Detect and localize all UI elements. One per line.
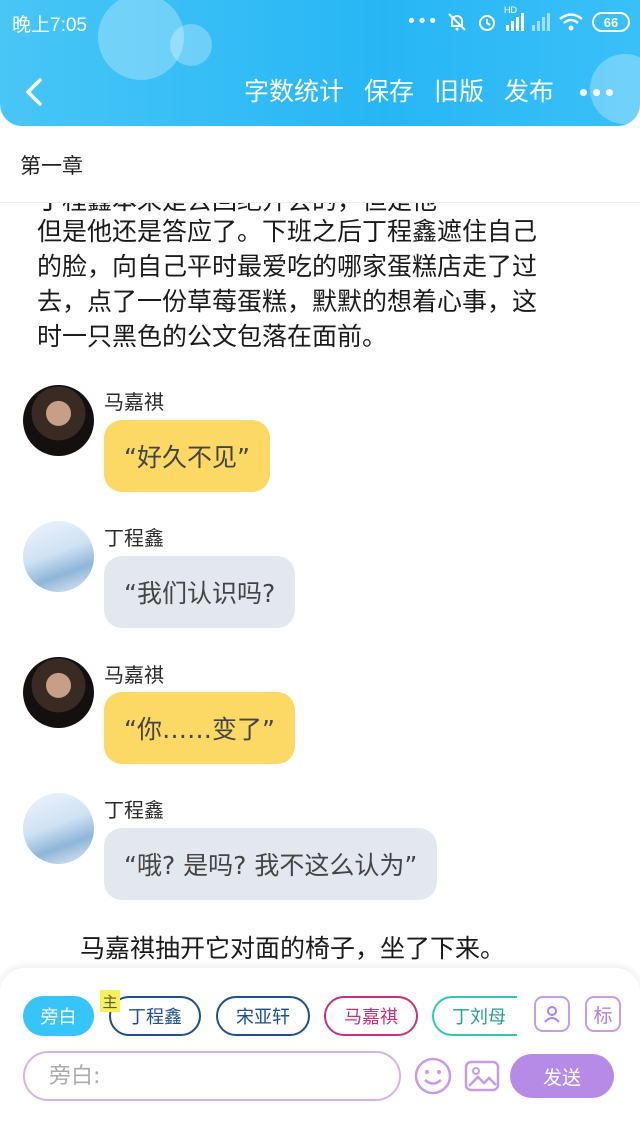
role-chip-ding-liumu[interactable]: 丁刘母 bbox=[432, 996, 517, 1036]
story-paragraph: 但是他还是答应了。下班之后丁程鑫遮住自己 的脸，向自己平时最爱吃的哪家蛋糕店走了… bbox=[37, 214, 607, 354]
story-line: 去，点了一份草莓蛋糕，默默的想着心事，这 bbox=[37, 287, 538, 316]
role-selector: 旁白 主 丁程鑫 宋亚轩 马嘉祺 丁刘母 标 bbox=[0, 990, 640, 1040]
role-chip-song-yaxuan[interactable]: 宋亚轩 bbox=[216, 996, 310, 1036]
mute-bell-icon bbox=[448, 13, 466, 31]
story-line: 时一只黑色的公文包落在面前。 bbox=[37, 322, 388, 351]
wifi-icon bbox=[559, 13, 583, 31]
toolbar-actions: 字数统计 保存 旧版 发布 bbox=[244, 76, 640, 108]
avatar[interactable] bbox=[23, 793, 94, 864]
label-button[interactable]: 标 bbox=[585, 996, 621, 1032]
battery-icon: 66 bbox=[592, 12, 630, 32]
avatar[interactable] bbox=[23, 657, 94, 728]
role-chip-ma-jiaqi[interactable]: 马嘉祺 bbox=[324, 996, 418, 1036]
status-icons: ••• HD 66 bbox=[406, 5, 630, 36]
person-card-icon bbox=[544, 1006, 560, 1023]
avatar[interactable] bbox=[23, 521, 94, 592]
story-paragraph: 马嘉祺抽开它对面的椅子，坐了下来。 bbox=[80, 934, 506, 963]
more-dot bbox=[593, 88, 600, 96]
message-bubble[interactable]: “你……变了” bbox=[104, 692, 295, 764]
save-button[interactable]: 保存 bbox=[364, 76, 414, 108]
signal-icon bbox=[532, 13, 550, 31]
role-chip-ding-chengxin[interactable]: 丁程鑫 bbox=[109, 996, 201, 1036]
speaker-name: 马嘉祺 bbox=[104, 663, 164, 687]
speaker-name: 丁程鑫 bbox=[104, 798, 164, 822]
old-version-button[interactable]: 旧版 bbox=[434, 76, 484, 108]
publish-button[interactable]: 发布 bbox=[504, 76, 554, 108]
speaker-name: 马嘉祺 bbox=[104, 390, 164, 414]
hd-badge: HD bbox=[504, 5, 517, 15]
header-bar: 晚上7:05 ••• HD 66 字数统计 保存 旧版 发布 bbox=[0, 0, 640, 126]
hd-signal-icon: HD bbox=[504, 5, 524, 31]
story-line: 但是他还是答应了。下班之后丁程鑫遮住自己 bbox=[37, 217, 538, 246]
role-chip-narration[interactable]: 旁白 bbox=[23, 996, 94, 1036]
avatar[interactable] bbox=[23, 385, 94, 456]
more-dot bbox=[580, 88, 587, 96]
message-bubble[interactable]: “哦? 是吗? 我不这么认为” bbox=[104, 828, 438, 900]
add-role-button[interactable] bbox=[534, 996, 570, 1032]
word-count-button[interactable]: 字数统计 bbox=[244, 76, 344, 108]
alarm-icon bbox=[479, 15, 495, 31]
speaker-name: 丁程鑫 bbox=[104, 526, 164, 550]
chevron-left-icon bbox=[26, 78, 42, 106]
story-content[interactable]: 丁程鑫本来是去回绝开会的，但是他 但是他还是答应了。下班之后丁程鑫遮住自己 的脸… bbox=[0, 203, 640, 968]
message-bubble[interactable]: “我们认识吗? bbox=[104, 556, 296, 628]
screen: 晚上7:05 ••• HD 66 字数统计 保存 旧版 发布 第一章 但是他还是… bbox=[0, 0, 640, 1138]
back-button[interactable] bbox=[18, 74, 54, 110]
chapter-title[interactable]: 第一章 bbox=[20, 150, 83, 180]
image-button[interactable] bbox=[462, 1056, 502, 1096]
editor-panel: 旁白 主 丁程鑫 宋亚轩 马嘉祺 丁刘母 标 发送 bbox=[0, 968, 640, 1138]
more-dot bbox=[606, 88, 613, 96]
input-row: 发送 bbox=[0, 1048, 640, 1104]
emoji-icon bbox=[414, 1057, 452, 1095]
toolbar: 字数统计 保存 旧版 发布 bbox=[0, 66, 640, 120]
more-dots-icon: ••• bbox=[406, 11, 438, 32]
more-options-button[interactable] bbox=[580, 76, 640, 108]
message-bubble[interactable]: “好久不见” bbox=[104, 420, 270, 492]
status-bar: 晚上7:05 ••• HD 66 bbox=[0, 0, 640, 44]
image-icon bbox=[464, 1060, 500, 1092]
emoji-button[interactable] bbox=[413, 1056, 453, 1096]
story-line: 的脸，向自己平时最爱吃的哪家蛋糕店走了过 bbox=[37, 252, 538, 281]
send-button[interactable]: 发送 bbox=[510, 1054, 614, 1098]
main-role-tag: 主 bbox=[100, 990, 120, 1012]
content-input[interactable] bbox=[23, 1051, 401, 1101]
status-time: 晚上7:05 bbox=[12, 15, 87, 36]
